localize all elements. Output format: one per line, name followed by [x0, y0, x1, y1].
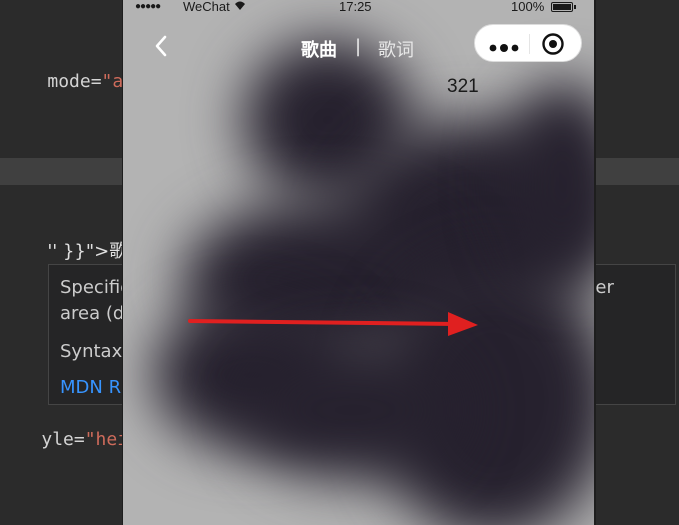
- navigation-bar: 歌曲 | 歌词: [123, 24, 594, 68]
- wifi-icon: [233, 0, 247, 14]
- editor-current-line-highlight: [590, 158, 679, 185]
- battery-percent: 100%: [511, 0, 545, 14]
- code-attribute: yle=: [41, 429, 85, 450]
- close-miniprogram-icon[interactable]: [541, 32, 565, 56]
- editor-current-line-highlight: [0, 158, 130, 185]
- tab-divider: |: [355, 36, 362, 57]
- back-icon[interactable]: [151, 34, 171, 58]
- capsule-divider: [529, 34, 530, 54]
- carrier-label: WeChat: [183, 0, 230, 14]
- signal-icon: ●●●●●: [135, 1, 161, 12]
- battery-cap-icon: [574, 5, 576, 9]
- status-time: 17:25: [339, 0, 372, 14]
- status-bar: ●●●●● WeChat 17:25 100%: [123, 0, 594, 16]
- tooltip-description-cont: area (d: [60, 303, 125, 324]
- tooltip-description: Specifie: [60, 277, 132, 298]
- battery-icon: [551, 2, 573, 12]
- tooltip-syntax: Syntax:: [60, 341, 129, 362]
- play-count: 321: [447, 76, 479, 97]
- tooltip-mdn-link[interactable]: MDN R: [60, 377, 121, 398]
- code-attribute: mode=: [47, 71, 102, 92]
- phone-simulator: ●●●●● WeChat 17:25 100% 歌曲 | 歌词 321: [123, 0, 594, 525]
- annotation-arrow-icon: [188, 312, 478, 336]
- tab-lyrics[interactable]: 歌词: [378, 36, 414, 62]
- tab-song[interactable]: 歌曲: [301, 36, 337, 62]
- more-icon[interactable]: [489, 38, 519, 52]
- miniprogram-capsule: [474, 24, 582, 62]
